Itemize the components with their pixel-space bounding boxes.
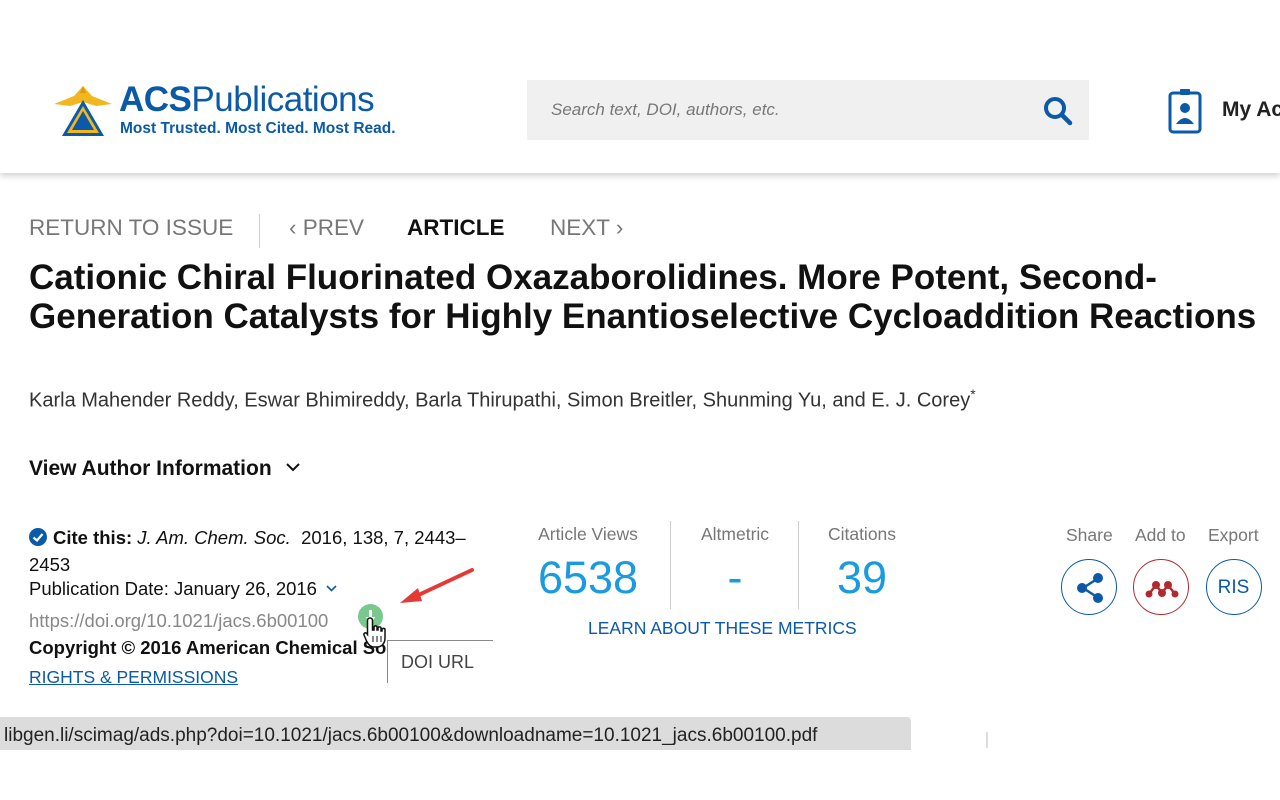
article-views-label: Article Views xyxy=(538,524,638,544)
mendeley-icon xyxy=(1145,581,1179,598)
cite-label: Cite this: xyxy=(53,527,133,548)
status-divider xyxy=(986,732,988,748)
publication-date[interactable]: Publication Date: January 26, 2016 xyxy=(29,578,337,600)
altmetric-value: - xyxy=(727,552,743,603)
browser-status-bar: libgen.li/scimag/ads.php?doi=10.1021/jac… xyxy=(0,717,911,750)
chevron-down-icon xyxy=(326,585,337,592)
search-input[interactable] xyxy=(527,80,1031,140)
check-circle-icon xyxy=(29,528,47,546)
next-link[interactable]: NEXT › xyxy=(550,215,623,241)
chevron-down-icon xyxy=(285,463,300,472)
logo-wordmark: ACSPublications xyxy=(119,80,375,119)
acs-eagle-logo-icon xyxy=(54,86,112,136)
altmetric-label: Altmetric xyxy=(700,524,770,544)
corresponding-author-marker: * xyxy=(970,386,976,402)
view-author-label: View Author Information xyxy=(29,457,272,480)
learn-about-metrics-link[interactable]: LEARN ABOUT THESE METRICS xyxy=(588,618,857,639)
article-views-metric: Article Views 6538 xyxy=(532,524,644,603)
nav-divider xyxy=(259,214,260,248)
hand-pointer-cursor-icon xyxy=(363,617,386,648)
search-icon[interactable] xyxy=(1043,96,1073,126)
share-button[interactable] xyxy=(1061,559,1117,615)
citations-label: Citations xyxy=(827,524,897,544)
citations-metric[interactable]: Citations 39 xyxy=(822,524,902,603)
rights-permissions-link[interactable]: RIGHTS & PERMISSIONS xyxy=(29,667,238,688)
prev-link[interactable]: ‹ PREV xyxy=(289,215,364,241)
status-url: libgen.li/scimag/ads.php?doi=10.1021/jac… xyxy=(4,725,818,746)
publication-date-text: Publication Date: January 26, 2016 xyxy=(29,578,317,599)
altmetric-metric[interactable]: Altmetric - xyxy=(693,524,777,603)
logo-tagline: Most Trusted. Most Cited. Most Read. xyxy=(120,120,396,137)
metric-divider xyxy=(798,521,799,609)
article-tab[interactable]: ARTICLE xyxy=(407,215,505,241)
doi-url-tooltip: DOI URL xyxy=(387,640,493,683)
acs-logo[interactable]: ACSPublications Most Trusted. Most Cited… xyxy=(52,80,396,142)
metric-divider xyxy=(670,521,671,609)
author-list: Karla Mahender Reddy, Eswar Bhimireddy, … xyxy=(29,386,976,413)
journal-name: J. Am. Chem. Soc. xyxy=(137,527,291,548)
share-label: Share xyxy=(1066,525,1113,545)
add-to-mendeley-button[interactable] xyxy=(1133,559,1189,615)
account-label: My Ac xyxy=(1222,98,1280,121)
tooltip-text: DOI URL xyxy=(401,652,475,672)
site-header: ACSPublications Most Trusted. Most Cited… xyxy=(0,0,1280,173)
article-title: Cationic Chiral Fluorinated Oxazaborolid… xyxy=(29,258,1257,336)
export-label: Export xyxy=(1208,525,1259,545)
export-ris-button[interactable]: RIS xyxy=(1206,559,1262,615)
search-box xyxy=(527,80,1089,140)
citations-value: 39 xyxy=(836,552,888,603)
return-to-issue-link[interactable]: RETURN TO ISSUE xyxy=(29,215,233,241)
share-icon xyxy=(1077,573,1103,603)
copyright-notice: Copyright © 2016 American Chemical Socie… xyxy=(29,637,387,658)
red-annotation-arrow-icon xyxy=(400,568,474,603)
article-views-value: 6538 xyxy=(537,552,639,603)
view-author-information-toggle[interactable]: View Author Information xyxy=(29,457,300,481)
author-names[interactable]: Karla Mahender Reddy, Eswar Bhimireddy, … xyxy=(29,390,970,412)
ris-label: RIS xyxy=(1217,577,1250,598)
doi-link[interactable]: https://doi.org/10.1021/jacs.6b00100 xyxy=(29,610,328,632)
add-to-label: Add to xyxy=(1135,525,1186,545)
id-badge-icon xyxy=(1168,89,1202,134)
